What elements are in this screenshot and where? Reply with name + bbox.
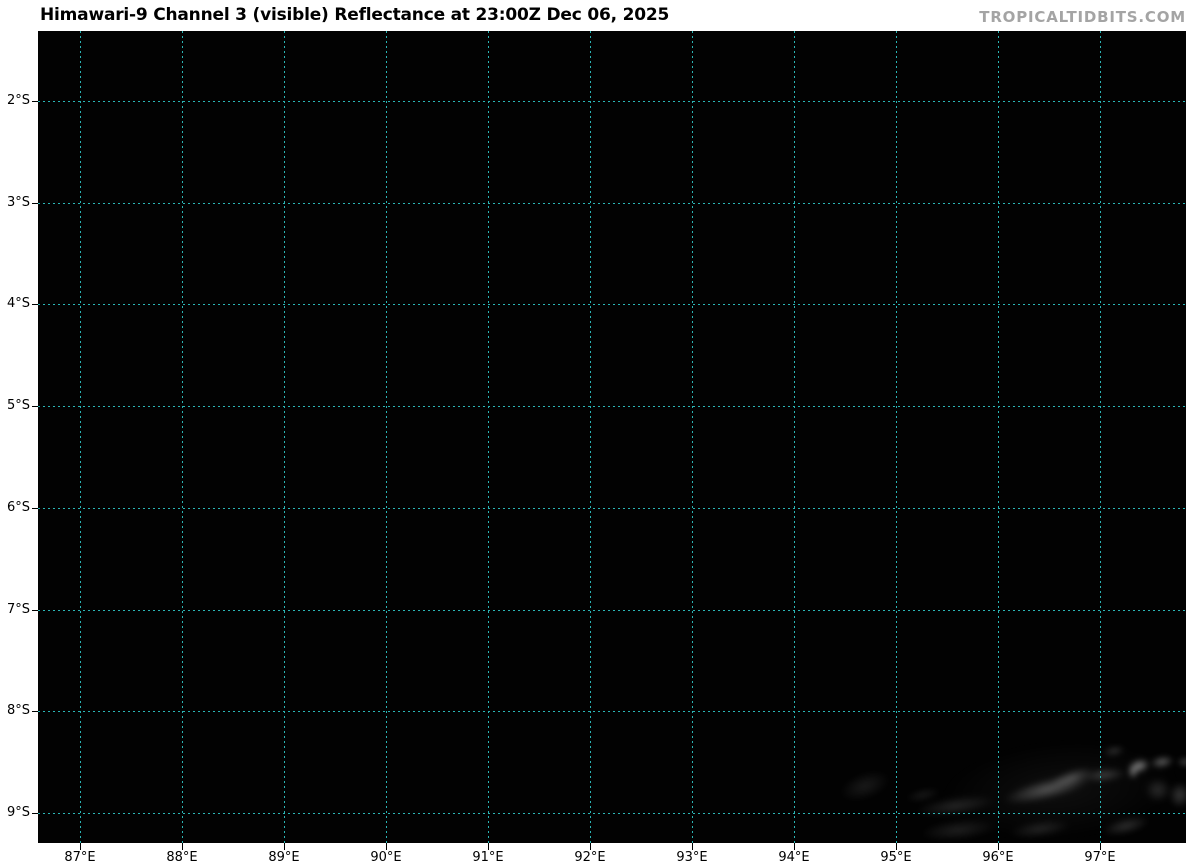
cloud-blob xyxy=(1128,765,1138,779)
lon-tick-mark xyxy=(182,843,183,850)
lat-tick-label: 4°S xyxy=(6,296,30,312)
lon-tick-mark xyxy=(488,843,489,850)
lon-tick-mark xyxy=(590,843,591,850)
grid-line-longitude xyxy=(590,31,591,843)
map-title: Himawari-9 Channel 3 (visible) Reflectan… xyxy=(40,5,670,25)
lat-tick-mark xyxy=(32,711,38,713)
lon-tick-label: 92°E xyxy=(574,850,606,865)
lat-tick-label: 9°S xyxy=(6,804,30,820)
lat-tick-label: 8°S xyxy=(6,703,30,719)
grid-line-latitude xyxy=(38,711,1186,713)
lon-tick-label: 91°E xyxy=(472,850,504,865)
grid-line-latitude xyxy=(38,812,1186,814)
tropicaltidbits-watermark: TROPICALTIDBITS.COM xyxy=(979,8,1186,26)
lat-tick-mark xyxy=(32,202,38,204)
cloud-blob xyxy=(1177,757,1186,767)
lat-tick-label: 6°S xyxy=(6,499,30,515)
grid-line-longitude xyxy=(896,31,897,843)
grid-line-longitude xyxy=(794,31,795,843)
grid-line-longitude xyxy=(386,31,387,843)
lat-tick-mark xyxy=(32,609,38,611)
grid-line-longitude xyxy=(182,31,183,843)
lon-tick-mark xyxy=(284,843,285,850)
lat-tick-mark xyxy=(32,812,38,814)
lat-tick-label: 3°S xyxy=(6,194,30,210)
lon-tick-label: 97°E xyxy=(1084,850,1116,865)
lon-tick-mark xyxy=(794,843,795,850)
grid-line-latitude xyxy=(38,101,1186,102)
lat-tick-mark xyxy=(32,101,38,102)
cloud-blob xyxy=(919,816,997,843)
grid-line-latitude xyxy=(38,202,1186,204)
grid-line-latitude xyxy=(38,406,1186,408)
cloud-blob xyxy=(1145,778,1171,802)
lon-tick-mark xyxy=(386,843,387,850)
lat-tick-mark xyxy=(32,304,38,306)
satellite-image-viewer: Himawari-9 Channel 3 (visible) Reflectan… xyxy=(0,0,1200,867)
lon-tick-mark xyxy=(80,843,81,850)
grid-line-latitude xyxy=(38,507,1186,509)
lon-tick-label: 87°E xyxy=(64,850,96,865)
lon-tick-label: 95°E xyxy=(880,850,912,865)
lon-tick-label: 88°E xyxy=(166,850,198,865)
lat-tick-label: 7°S xyxy=(6,601,30,617)
lat-tick-mark xyxy=(32,406,38,408)
satellite-map xyxy=(38,31,1186,843)
grid-line-longitude xyxy=(284,31,285,843)
grid-line-latitude xyxy=(38,304,1186,306)
lon-tick-label: 96°E xyxy=(982,850,1014,865)
lon-tick-mark xyxy=(1100,843,1101,850)
lon-tick-label: 89°E xyxy=(268,850,300,865)
grid-line-latitude xyxy=(38,609,1186,611)
cloud-blob xyxy=(836,764,894,808)
cloud-imagery-layer xyxy=(38,31,1186,843)
lon-tick-label: 93°E xyxy=(676,850,708,865)
lat-tick-label: 2°S xyxy=(6,93,30,108)
grid-line-longitude xyxy=(80,31,81,843)
grid-line-longitude xyxy=(488,31,489,843)
grid-line-longitude xyxy=(998,31,999,843)
lat-tick-mark xyxy=(32,507,38,509)
lon-tick-mark xyxy=(896,843,897,850)
lon-tick-mark xyxy=(998,843,999,850)
grid-line-longitude xyxy=(1100,31,1101,843)
lon-tick-label: 94°E xyxy=(778,850,810,865)
lon-tick-mark xyxy=(692,843,693,850)
lon-tick-label: 90°E xyxy=(370,850,402,865)
lat-tick-label: 5°S xyxy=(6,398,30,414)
grid-line-longitude xyxy=(692,31,693,843)
